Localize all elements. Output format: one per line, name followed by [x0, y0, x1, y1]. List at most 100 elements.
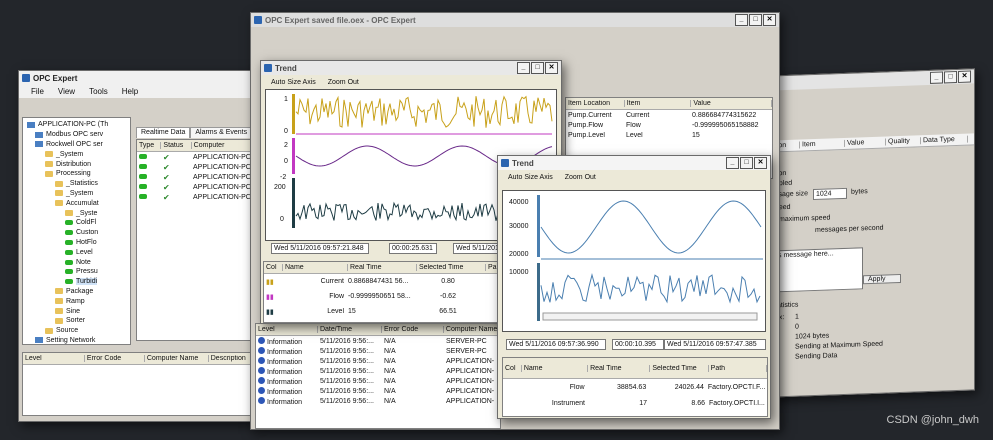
- header-real-time[interactable]: Real Time: [588, 364, 651, 372]
- label-maximum-speed[interactable]: maximum speed: [779, 214, 830, 223]
- header-col[interactable]: Col: [503, 364, 522, 372]
- minimize-button[interactable]: _: [930, 71, 943, 84]
- message-textarea[interactable]: s message here...: [775, 247, 863, 293]
- tree-node[interactable]: Source: [23, 326, 130, 336]
- header-description[interactable]: Description: [209, 355, 253, 362]
- table-row[interactable]: ✔ APPLICATION-PC: [137, 172, 253, 182]
- table-row[interactable]: ✔ APPLICATION-PC: [137, 162, 253, 172]
- tab-alarms-events[interactable]: Alarms & Events: [190, 127, 253, 138]
- header-item[interactable]: Item: [800, 139, 845, 149]
- tree-node[interactable]: Modbus OPC serv: [23, 130, 130, 140]
- maximize-button[interactable]: □: [531, 62, 544, 74]
- tree-node[interactable]: Pressu: [23, 267, 130, 277]
- header-value[interactable]: Value: [691, 100, 772, 107]
- tree-node[interactable]: Processing: [23, 169, 130, 179]
- header-col[interactable]: Col: [264, 264, 283, 271]
- log-row[interactable]: Information 5/11/2016 9:56:... N/A APPLICAT…: [256, 396, 500, 406]
- header-item-location[interactable]: Item Location: [566, 100, 625, 107]
- close-button[interactable]: ✕: [763, 14, 776, 26]
- header-type[interactable]: Type: [137, 142, 162, 149]
- header-name[interactable]: Name: [522, 364, 589, 372]
- zoom-out-button[interactable]: Zoom Out: [565, 174, 596, 181]
- auto-size-axis-button[interactable]: Auto Size Axis: [271, 79, 316, 86]
- tree-node[interactable]: Rockwell OPC ser: [23, 140, 130, 150]
- item-row[interactable]: Pump.Current Current 0.886684774315622: [566, 110, 772, 120]
- tab-realtime-data[interactable]: Realtime Data: [136, 127, 191, 138]
- minimize-button[interactable]: _: [517, 62, 530, 74]
- end-time-field[interactable]: Wed 5/11/2016 09:57:47.385: [664, 339, 766, 350]
- tree-node[interactable]: Ramp: [23, 296, 130, 306]
- header-computer-name[interactable]: Computer Name: [145, 355, 209, 362]
- tree-node[interactable]: Sine: [23, 306, 130, 316]
- trend-2-row[interactable]: Instrument 17 8.66 Factory.OPCTI.I...: [503, 395, 767, 411]
- end-time-field[interactable]: Wed 5/11/201: [453, 243, 503, 254]
- trend-2-row[interactable]: Flow 38854.63 24026.44 Factory.OPCTI.F...: [503, 379, 767, 395]
- header-level[interactable]: Level: [256, 326, 318, 333]
- tree-node[interactable]: Accumulat: [23, 198, 130, 208]
- log-row[interactable]: Information 5/11/2016 9:56:... N/A APPLICAT…: [256, 386, 500, 396]
- header-real-time[interactable]: Real Time: [348, 264, 417, 271]
- maximize-button[interactable]: □: [749, 14, 762, 26]
- minimize-button[interactable]: _: [735, 14, 748, 26]
- log-row[interactable]: Information 5/11/2016 9:56:... N/A SERVER-P…: [256, 336, 500, 346]
- zoom-out-button[interactable]: Zoom Out: [328, 79, 359, 86]
- maximize-button[interactable]: □: [944, 71, 957, 84]
- log-row[interactable]: Information 5/11/2016 9:56:... N/A SERVER-P…: [256, 346, 500, 356]
- header-level[interactable]: Level: [23, 355, 85, 362]
- header-computer[interactable]: Computer: [192, 142, 253, 149]
- menu-tools[interactable]: Tools: [89, 87, 108, 96]
- tree-node[interactable]: _System: [23, 189, 130, 199]
- tree-node[interactable]: Level: [23, 247, 130, 257]
- log-row[interactable]: Information 5/11/2016 9:56:... N/A APPLICAT…: [256, 376, 500, 386]
- header-item[interactable]: Item: [625, 100, 692, 107]
- table-row[interactable]: ✔ APPLICATION-PC: [137, 152, 253, 162]
- auto-size-axis-button[interactable]: Auto Size Axis: [508, 174, 553, 181]
- tree-node[interactable]: APPLICATION-PC (Th: [23, 120, 130, 130]
- header-path[interactable]: Path: [709, 364, 767, 372]
- header-quality[interactable]: Quality: [886, 137, 921, 146]
- header-name[interactable]: Name: [283, 264, 348, 271]
- span-time-field[interactable]: 00:00:10.395: [612, 339, 664, 350]
- menu-file[interactable]: File: [31, 87, 44, 96]
- tree-node[interactable]: Package: [23, 287, 130, 297]
- tree-node[interactable]: Setting Network: [23, 336, 130, 344]
- tree-node[interactable]: ColdFl: [23, 218, 130, 228]
- header-selected-time[interactable]: Selected Time: [650, 364, 709, 372]
- tree-node[interactable]: HotFlo: [23, 238, 130, 248]
- start-time-field[interactable]: Wed 5/11/2016 09:57:21.848: [271, 243, 369, 254]
- message-size-input[interactable]: 1024: [813, 187, 847, 201]
- header-date-time[interactable]: Date/Time: [318, 326, 382, 333]
- table-row[interactable]: ✔ APPLICATION-PC: [137, 182, 253, 192]
- close-button[interactable]: ✕: [958, 70, 971, 83]
- start-time-field[interactable]: Wed 5/11/2016 09:57:36.990: [506, 339, 606, 350]
- menu-help[interactable]: Help: [122, 87, 138, 96]
- minimize-button[interactable]: _: [726, 157, 739, 169]
- tree-node[interactable]: Distribution: [23, 159, 130, 169]
- header-data-type[interactable]: Data Type: [921, 135, 968, 145]
- tree-node[interactable]: _System: [23, 149, 130, 159]
- item-row[interactable]: Pump.Level Level 15: [566, 130, 772, 140]
- close-button[interactable]: ✕: [754, 157, 767, 169]
- header-selected-time[interactable]: Selected Time: [417, 264, 486, 271]
- log-row[interactable]: Information 5/11/2016 9:56:... N/A APPLICAT…: [256, 366, 500, 376]
- header-status[interactable]: Status: [161, 142, 192, 149]
- span-time-field[interactable]: 00:00:25.631: [389, 243, 437, 254]
- header-error-code[interactable]: Error Code: [85, 355, 145, 362]
- tree-node[interactable]: Note: [23, 257, 130, 267]
- table-row[interactable]: ✔ APPLICATION-PC: [137, 192, 253, 202]
- tree-node[interactable]: _Statistics: [23, 179, 130, 189]
- tree-node-selected[interactable]: Turbidi: [23, 277, 130, 287]
- item-row[interactable]: Pump.Flow Flow -0.999995065158882: [566, 120, 772, 130]
- maximize-button[interactable]: □: [740, 157, 753, 169]
- tree-node[interactable]: Sorter: [23, 316, 130, 326]
- log-row[interactable]: Information 5/11/2016 9:56:... N/A APPLICAT…: [256, 356, 500, 366]
- header-error-code[interactable]: Error Code: [382, 326, 444, 333]
- tree-node[interactable]: _Syste: [23, 208, 130, 218]
- header-value[interactable]: Value: [845, 138, 886, 147]
- apply-button[interactable]: Apply: [863, 273, 901, 285]
- header-computer-name[interactable]: Computer Name: [444, 326, 500, 333]
- close-button[interactable]: ✕: [545, 62, 558, 74]
- tree-node[interactable]: Custon: [23, 228, 130, 238]
- menu-view[interactable]: View: [58, 87, 75, 96]
- time-scrollbar[interactable]: [542, 312, 758, 321]
